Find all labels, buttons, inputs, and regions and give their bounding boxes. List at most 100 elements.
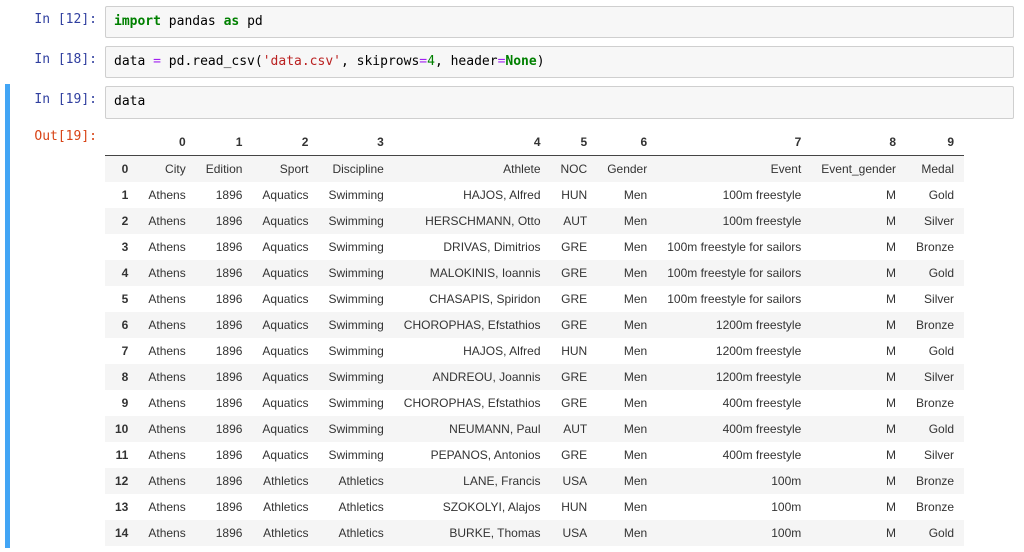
table-cell: Athens bbox=[138, 260, 195, 286]
table-cell: Athens bbox=[138, 416, 195, 442]
table-cell: Swimming bbox=[318, 312, 393, 338]
table-cell: Aquatics bbox=[252, 416, 318, 442]
table-cell: 400m freestyle bbox=[657, 416, 811, 442]
table-row: 14Athens1896AthleticsAthleticsBURKE, Tho… bbox=[105, 520, 964, 546]
table-cell: Aquatics bbox=[252, 260, 318, 286]
table-column-header: 5 bbox=[551, 129, 598, 156]
table-cell: 100m freestyle bbox=[657, 182, 811, 208]
table-cell: City bbox=[138, 155, 195, 182]
code-cell[interactable]: In [18]: data = pd.read_csv('data.csv', … bbox=[10, 44, 1014, 80]
table-cell: GRE bbox=[551, 234, 598, 260]
table-row: 9Athens1896AquaticsSwimmingCHOROPHAS, Ef… bbox=[105, 390, 964, 416]
input-prompt: In [19]: bbox=[10, 86, 105, 107]
table-cell: 1896 bbox=[196, 416, 253, 442]
dataframe-table: 0123456789 0CityEditionSportDisciplineAt… bbox=[105, 129, 964, 546]
table-cell: Men bbox=[597, 494, 657, 520]
table-cell: M bbox=[811, 390, 906, 416]
code-input[interactable]: import pandas as pd bbox=[105, 6, 1014, 38]
code-cell[interactable]: In [12]: import pandas as pd bbox=[10, 4, 1014, 40]
table-cell: M bbox=[811, 442, 906, 468]
row-index: 3 bbox=[105, 234, 138, 260]
table-row: 13Athens1896AthleticsAthleticsSZOKOLYI, … bbox=[105, 494, 964, 520]
output-prompt: Out[19]: bbox=[10, 123, 105, 144]
table-cell: Aquatics bbox=[252, 338, 318, 364]
row-index: 6 bbox=[105, 312, 138, 338]
code-input[interactable]: data bbox=[105, 86, 1014, 118]
table-column-header: 9 bbox=[906, 129, 964, 156]
table-cell: Silver bbox=[906, 364, 964, 390]
table-cell: Bronze bbox=[906, 468, 964, 494]
table-column-header: 4 bbox=[394, 129, 551, 156]
table-cell: Athens bbox=[138, 286, 195, 312]
output-area: 0123456789 0CityEditionSportDisciplineAt… bbox=[105, 123, 1014, 546]
table-column-header: 3 bbox=[318, 129, 393, 156]
table-cell: 1896 bbox=[196, 520, 253, 546]
table-cell: 1200m freestyle bbox=[657, 364, 811, 390]
table-cell: Swimming bbox=[318, 442, 393, 468]
table-cell: Athens bbox=[138, 390, 195, 416]
table-cell: Gold bbox=[906, 338, 964, 364]
table-cell: Medal bbox=[906, 155, 964, 182]
table-cell: 1896 bbox=[196, 286, 253, 312]
table-cell: M bbox=[811, 182, 906, 208]
table-cell: HUN bbox=[551, 338, 598, 364]
table-cell: Swimming bbox=[318, 416, 393, 442]
code-cell-selected[interactable]: In [19]: data Out[19]: 0123456789 0CityE… bbox=[5, 84, 1014, 547]
table-cell: 1200m freestyle bbox=[657, 338, 811, 364]
row-index: 13 bbox=[105, 494, 138, 520]
table-cell: Men bbox=[597, 312, 657, 338]
table-cell: Aquatics bbox=[252, 312, 318, 338]
table-cell: CHOROPHAS, Efstathios bbox=[394, 312, 551, 338]
table-cell: Bronze bbox=[906, 312, 964, 338]
table-cell: 1896 bbox=[196, 338, 253, 364]
table-cell: GRE bbox=[551, 442, 598, 468]
table-row: 5Athens1896AquaticsSwimmingCHASAPIS, Spi… bbox=[105, 286, 964, 312]
table-row: 1Athens1896AquaticsSwimmingHAJOS, Alfred… bbox=[105, 182, 964, 208]
table-cell: Athletics bbox=[252, 494, 318, 520]
table-cell: 1896 bbox=[196, 468, 253, 494]
row-index: 4 bbox=[105, 260, 138, 286]
table-cell: M bbox=[811, 364, 906, 390]
table-cell: Athens bbox=[138, 442, 195, 468]
table-column-header: 0 bbox=[138, 129, 195, 156]
table-row: 4Athens1896AquaticsSwimmingMALOKINIS, Io… bbox=[105, 260, 964, 286]
table-cell: Athlete bbox=[394, 155, 551, 182]
table-column-header: 2 bbox=[252, 129, 318, 156]
table-cell: GRE bbox=[551, 312, 598, 338]
table-cell: 1896 bbox=[196, 494, 253, 520]
table-cell: Event_gender bbox=[811, 155, 906, 182]
table-cell: 100m freestyle for sailors bbox=[657, 260, 811, 286]
table-cell: Men bbox=[597, 260, 657, 286]
table-cell: 100m bbox=[657, 468, 811, 494]
table-cell: Silver bbox=[906, 442, 964, 468]
table-row: 8Athens1896AquaticsSwimmingANDREOU, Joan… bbox=[105, 364, 964, 390]
table-row: 7Athens1896AquaticsSwimmingHAJOS, Alfred… bbox=[105, 338, 964, 364]
table-cell: Athens bbox=[138, 520, 195, 546]
table-cell: Gold bbox=[906, 182, 964, 208]
table-cell: Gold bbox=[906, 416, 964, 442]
table-cell: GRE bbox=[551, 286, 598, 312]
table-cell: HAJOS, Alfred bbox=[394, 338, 551, 364]
row-index: 11 bbox=[105, 442, 138, 468]
table-cell: CHASAPIS, Spiridon bbox=[394, 286, 551, 312]
table-cell: Athens bbox=[138, 182, 195, 208]
table-cell: Athletics bbox=[318, 468, 393, 494]
row-index: 9 bbox=[105, 390, 138, 416]
row-index: 12 bbox=[105, 468, 138, 494]
table-cell: M bbox=[811, 494, 906, 520]
table-cell: Gold bbox=[906, 260, 964, 286]
code-input[interactable]: data = pd.read_csv('data.csv', skiprows=… bbox=[105, 46, 1014, 78]
table-cell: Bronze bbox=[906, 234, 964, 260]
row-index: 14 bbox=[105, 520, 138, 546]
table-row: 2Athens1896AquaticsSwimmingHERSCHMANN, O… bbox=[105, 208, 964, 234]
table-cell: Silver bbox=[906, 286, 964, 312]
row-index: 2 bbox=[105, 208, 138, 234]
table-cell: Swimming bbox=[318, 234, 393, 260]
table-cell: Aquatics bbox=[252, 390, 318, 416]
table-cell: 1896 bbox=[196, 260, 253, 286]
table-cell: 1896 bbox=[196, 364, 253, 390]
table-cell: Discipline bbox=[318, 155, 393, 182]
table-cell: 100m bbox=[657, 494, 811, 520]
table-cell: M bbox=[811, 520, 906, 546]
table-cell: M bbox=[811, 338, 906, 364]
